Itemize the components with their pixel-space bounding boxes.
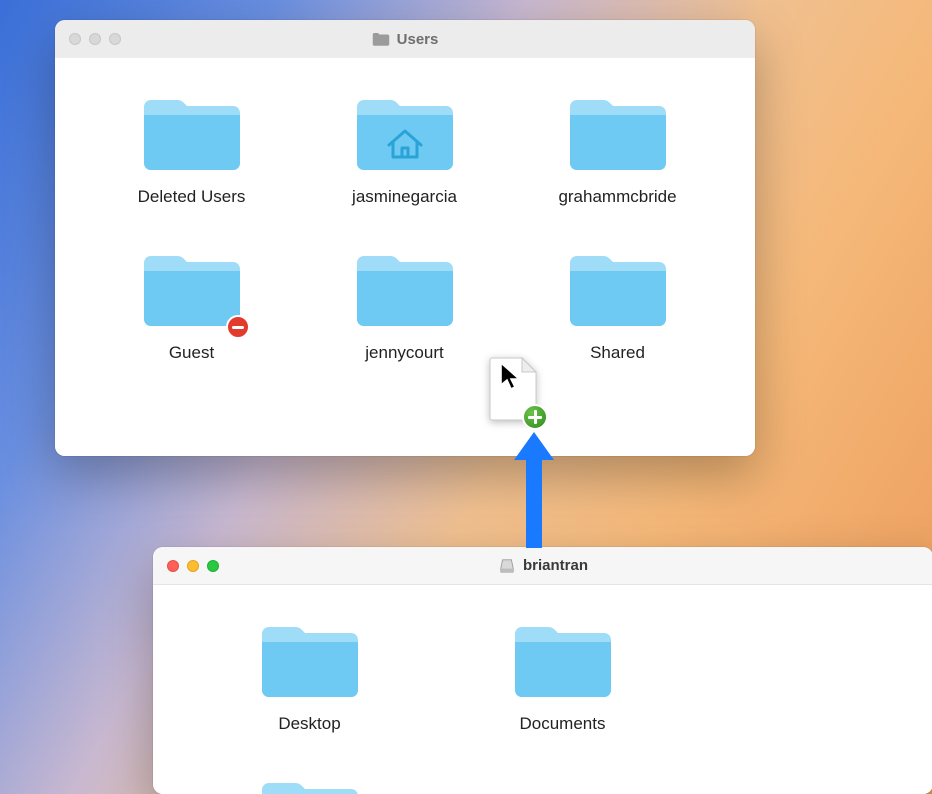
traffic-light-zoom[interactable]: [207, 560, 219, 572]
traffic-light-close[interactable]: [69, 33, 81, 45]
copy-plus-badge-icon: [522, 404, 548, 430]
folder-jennycourt[interactable]: jennycourt: [298, 249, 511, 363]
guide-arrow-up-icon: [514, 432, 554, 548]
folder-icon: [511, 620, 615, 704]
folder-label: grahammcbride: [558, 187, 676, 207]
folder-jasminegarcia[interactable]: jasminegarcia: [298, 93, 511, 207]
folder-documents[interactable]: Documents: [436, 620, 689, 734]
icon-view[interactable]: Deleted Users jasminegarcia: [55, 58, 755, 456]
folder-label: Documents: [520, 714, 606, 734]
folder-icon: [566, 249, 670, 333]
traffic-light-minimize[interactable]: [89, 33, 101, 45]
folder-downloads[interactable]: Downloads: [183, 776, 436, 794]
folder-guest[interactable]: Guest: [85, 249, 298, 363]
traffic-light-close[interactable]: [167, 560, 179, 572]
folder-icon: [140, 93, 244, 177]
folder-icon: [353, 249, 457, 333]
folder-grahammcbride[interactable]: grahammcbride: [511, 93, 724, 207]
folder-icon: [258, 620, 362, 704]
traffic-light-zoom[interactable]: [109, 33, 121, 45]
finder-window-briantran[interactable]: briantran Desktop: [153, 547, 932, 794]
titlebar[interactable]: briantran: [153, 547, 932, 585]
traffic-light-minimize[interactable]: [187, 560, 199, 572]
no-entry-badge-icon: [226, 315, 250, 339]
titlebar[interactable]: Users: [55, 20, 755, 58]
arrow-cursor-icon: [499, 361, 521, 391]
disk-icon: [498, 557, 516, 575]
folder-label: jasminegarcia: [352, 187, 457, 207]
folder-label: Shared: [590, 343, 645, 363]
icon-view[interactable]: Desktop Documents Downlo: [153, 585, 932, 794]
folder-deleted-users[interactable]: Deleted Users: [85, 93, 298, 207]
window-title: briantran: [523, 557, 588, 574]
folder-shared[interactable]: Shared: [511, 249, 724, 363]
home-folder-icon: [353, 93, 457, 177]
folder-desktop[interactable]: Desktop: [183, 620, 436, 734]
folder-label: Guest: [169, 343, 214, 363]
folder-icon: [566, 93, 670, 177]
folder-icon: [372, 30, 390, 48]
folder-label: jennycourt: [365, 343, 443, 363]
folder-icon: [258, 776, 362, 794]
folder-label: Desktop: [278, 714, 340, 734]
finder-window-users[interactable]: Users Deleted Users: [55, 20, 755, 456]
folder-label: Deleted Users: [138, 187, 246, 207]
window-title: Users: [397, 31, 439, 48]
